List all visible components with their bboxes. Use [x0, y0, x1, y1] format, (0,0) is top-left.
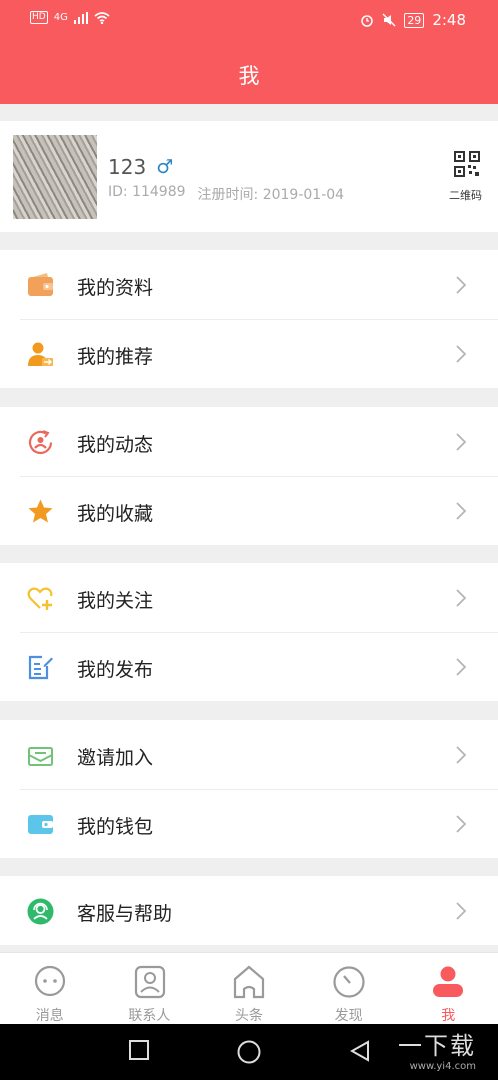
- watermark-brand: 一下载: [398, 1032, 476, 1060]
- chevron-right-icon: [456, 746, 466, 764]
- tab-label: 消息: [35, 1008, 64, 1024]
- status-bar: HD 4G 29 2:48: [0, 0, 498, 40]
- tab-discover[interactable]: 发现: [299, 953, 399, 1025]
- wifi-icon: [94, 11, 110, 24]
- menu-item-label: 我的发布: [77, 659, 154, 681]
- system-nav-bar: 一下载 www.yi4.com: [0, 1024, 498, 1080]
- menu-item-label: 我的动态: [77, 434, 154, 456]
- menu-item-my-favorites[interactable]: 我的收藏: [0, 476, 498, 545]
- menu-item-label: 我的钱包: [77, 816, 154, 838]
- chevron-right-icon: [456, 276, 466, 294]
- card-icon: [28, 815, 53, 834]
- mute-icon: [382, 13, 396, 27]
- chevron-right-icon: [456, 902, 466, 920]
- tab-label: 头条: [234, 1008, 263, 1024]
- menu-item-my-recommend[interactable]: 我的推荐: [0, 319, 498, 388]
- watermark: 一下载 www.yi4.com: [398, 1026, 476, 1072]
- menu-group-support: 客服与帮助: [0, 876, 498, 945]
- menu-item-label: 邀请加入: [77, 747, 154, 769]
- profile-card[interactable]: 123 ♂ ID: 114989 注册时间: 2019-01-04 二维码: [0, 121, 498, 232]
- menu-item-label: 客服与帮助: [77, 903, 173, 925]
- menu-item-label: 我的关注: [77, 590, 154, 612]
- tab-label: 联系人: [128, 1008, 171, 1024]
- profile-id: ID: 114989: [108, 184, 186, 200]
- profile-name: 123: [108, 155, 147, 179]
- menu-item-label: 我的资料: [77, 277, 154, 299]
- edit-document-icon: [28, 655, 53, 680]
- menu-group-invite: 邀请加入 我的钱包: [0, 720, 498, 858]
- menu-group-profile: 我的资料 我的推荐: [0, 250, 498, 388]
- qr-code-icon[interactable]: [454, 151, 480, 177]
- menu-item-customer-service[interactable]: 客服与帮助: [0, 876, 498, 945]
- back-icon[interactable]: [350, 1040, 370, 1062]
- tab-label: 发现: [334, 1008, 363, 1024]
- bottom-tab-bar: 消息 联系人 头条 发现 我: [0, 952, 498, 1024]
- tab-messages[interactable]: 消息: [0, 953, 100, 1025]
- chevron-right-icon: [456, 658, 466, 676]
- menu-item-my-activity[interactable]: 我的动态: [0, 407, 498, 476]
- customer-service-icon: [27, 898, 54, 925]
- tab-me[interactable]: 我: [398, 953, 498, 1025]
- contact-card-icon: [134, 965, 165, 999]
- tab-headlines[interactable]: 头条: [199, 953, 299, 1025]
- avatar[interactable]: [13, 135, 97, 219]
- battery-level: 29: [404, 12, 425, 28]
- menu-item-my-profile[interactable]: 我的资料: [0, 250, 498, 319]
- menu-item-my-wallet[interactable]: 我的钱包: [0, 789, 498, 858]
- profile-meta: ID: 114989 注册时间: 2019-01-04: [108, 184, 344, 204]
- recent-apps-icon[interactable]: [129, 1040, 149, 1060]
- menu-item-invite[interactable]: 邀请加入: [0, 720, 498, 789]
- register-date: 注册时间: 2019-01-04: [197, 187, 345, 203]
- menu-item-label: 我的收藏: [77, 503, 154, 525]
- menu-group-follow: 我的关注 我的发布: [0, 563, 498, 701]
- menu-item-my-follows[interactable]: 我的关注: [0, 563, 498, 632]
- signal-icon: [73, 11, 88, 24]
- envelope-icon: [28, 747, 53, 766]
- activity-refresh-icon: [28, 430, 53, 455]
- user-share-icon: [28, 342, 53, 366]
- title-bar: 我: [0, 40, 498, 104]
- tab-contacts[interactable]: 联系人: [100, 953, 200, 1025]
- alarm-icon: [361, 15, 374, 27]
- chevron-right-icon: [456, 433, 466, 451]
- chevron-right-icon: [456, 589, 466, 607]
- compass-icon: [333, 966, 365, 998]
- menu-item-my-posts[interactable]: 我的发布: [0, 632, 498, 701]
- qr-code-label[interactable]: 二维码: [449, 187, 482, 203]
- network-type: 4G: [53, 12, 68, 23]
- chevron-right-icon: [456, 502, 466, 520]
- home-icon: [234, 965, 265, 999]
- chat-bubble-icon: [34, 965, 66, 997]
- star-icon: [28, 499, 53, 523]
- tab-label: 我: [441, 1008, 456, 1024]
- page-title: 我: [238, 64, 260, 88]
- hd-badge: HD: [30, 11, 48, 24]
- male-icon: ♂: [156, 156, 174, 178]
- home-button-icon[interactable]: [237, 1040, 261, 1064]
- profile-name-row: 123 ♂: [108, 155, 173, 179]
- menu-item-label: 我的推荐: [77, 346, 154, 368]
- watermark-url: www.yi4.com: [409, 1061, 476, 1072]
- person-icon: [433, 966, 464, 997]
- heart-plus-icon: [27, 587, 53, 610]
- chevron-right-icon: [456, 815, 466, 833]
- chevron-right-icon: [456, 345, 466, 363]
- wallet-icon: [28, 273, 53, 296]
- status-time: 2:48: [432, 11, 466, 29]
- menu-group-activity: 我的动态 我的收藏: [0, 407, 498, 545]
